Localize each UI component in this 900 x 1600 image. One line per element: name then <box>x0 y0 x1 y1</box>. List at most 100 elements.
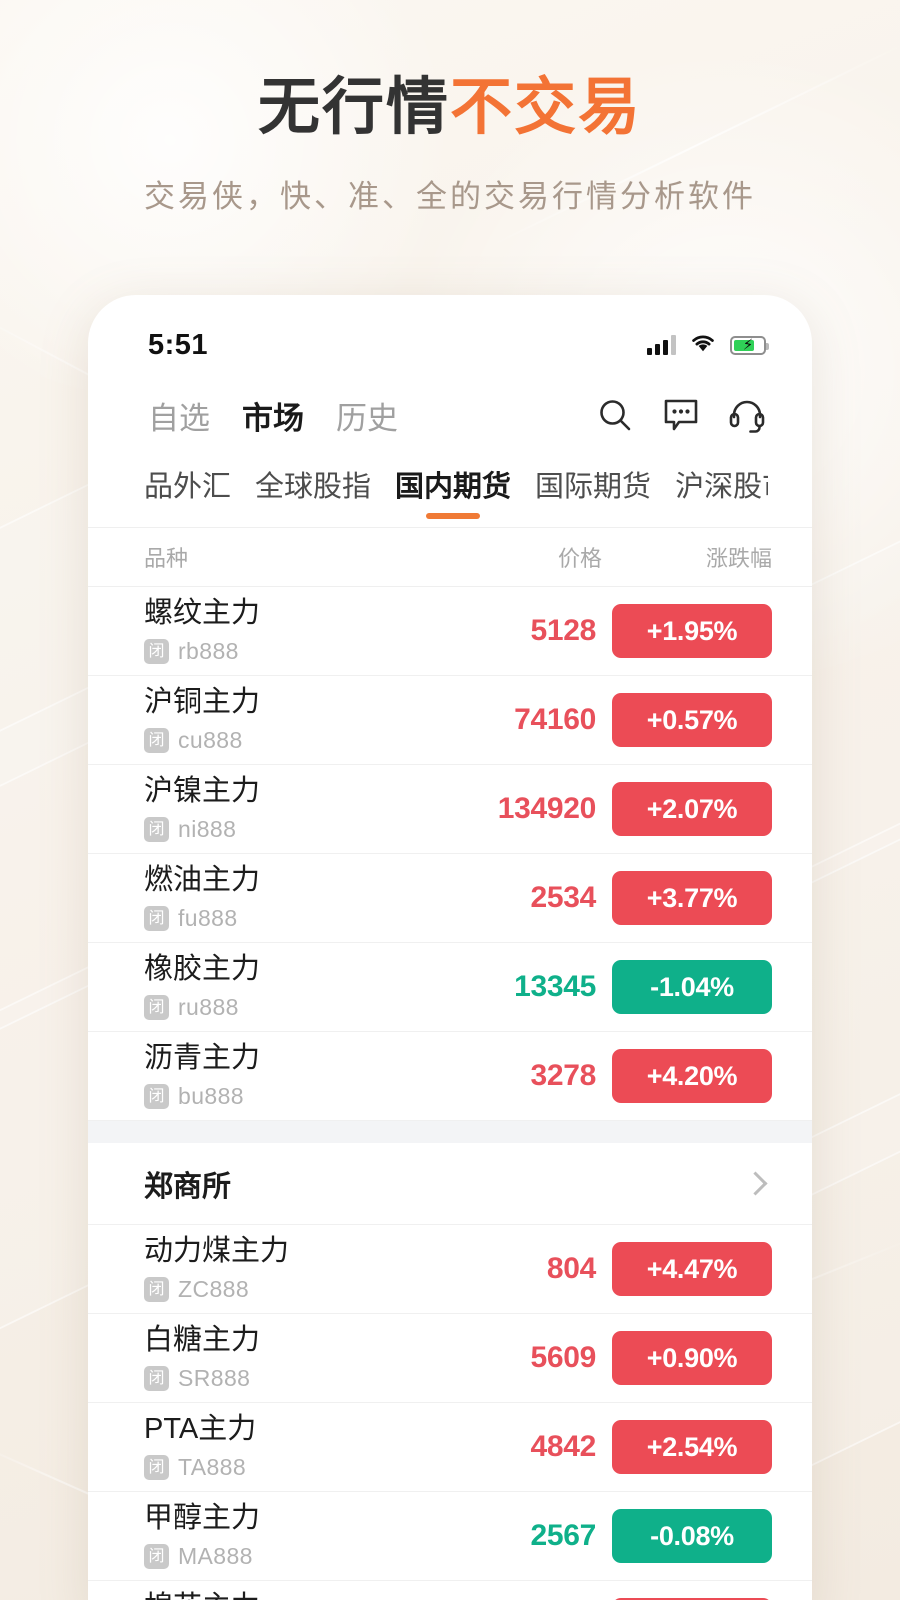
quote-price: 5128 <box>530 614 596 647</box>
quote-price: 3278 <box>530 1059 596 1092</box>
quote-identity: 沪镍主力闭 ni888 <box>144 775 422 842</box>
quote-subline: 闭 TA888 <box>144 1454 422 1481</box>
sub-tab-a-shares[interactable]: 沪深股市 <box>675 463 768 519</box>
quote-identity: 橡胶主力闭 ru888 <box>144 953 422 1020</box>
quote-code: bu888 <box>178 1082 244 1109</box>
quote-name: 棉花主力 <box>144 1591 422 1600</box>
quote-subline: 闭 ni888 <box>144 816 422 843</box>
closed-badge: 闭 <box>144 905 169 931</box>
nav-tab-watchlist[interactable]: 自选 <box>148 393 210 438</box>
column-header-change[interactable]: 涨跌幅 <box>602 541 772 573</box>
quote-price: 2534 <box>530 881 596 914</box>
quote-name: 橡胶主力 <box>144 953 261 986</box>
exchange-group-title: 郑商所 <box>144 1170 232 1203</box>
quote-change-badge: +0.57% <box>612 693 772 747</box>
page-subtitle: 交易侠，快、准、全的交易行情分析软件 <box>144 179 756 215</box>
quote-code: ZC888 <box>178 1275 250 1302</box>
quote-code: TA888 <box>178 1453 247 1480</box>
message-icon[interactable] <box>662 396 700 434</box>
closed-badge: 闭 <box>144 1543 169 1569</box>
nav-tab-market[interactable]: 市场 <box>242 393 304 438</box>
quote-name: 动力煤主力 <box>144 1235 290 1268</box>
status-icons: ⚡ <box>647 332 769 358</box>
quote-code: SR888 <box>178 1364 251 1391</box>
section-spacer <box>88 1121 812 1143</box>
table-row[interactable]: 沪镍主力闭 ni888 134920 +2.07% <box>88 765 812 854</box>
quote-change-badge: +2.07% <box>612 782 772 836</box>
quote-name: 白糖主力 <box>144 1324 261 1357</box>
quote-name: 螺纹主力 <box>144 597 261 630</box>
wifi-icon <box>689 332 717 358</box>
closed-badge: 闭 <box>144 1454 169 1480</box>
table-row[interactable]: 白糖主力闭 SR888 5609 +0.90% <box>88 1314 812 1403</box>
chevron-right-icon <box>743 1171 768 1196</box>
quote-identity: 动力煤主力闭 ZC888 <box>144 1235 422 1302</box>
exchange-group-header[interactable]: 郑商所 <box>88 1143 812 1225</box>
quote-subline: 闭 ru888 <box>144 994 422 1021</box>
quote-change-badge: +3.77% <box>612 871 772 925</box>
closed-badge: 闭 <box>144 727 169 753</box>
sub-tab-international-futures[interactable]: 国际期货 <box>535 463 651 519</box>
hamburger-menu-icon[interactable] <box>768 471 812 494</box>
quote-name: 沪镍主力 <box>144 775 261 808</box>
table-row[interactable]: 橡胶主力闭 ru888 13345 -1.04% <box>88 943 812 1032</box>
quote-code: MA888 <box>178 1542 253 1569</box>
quote-code: ru888 <box>178 993 239 1020</box>
table-row[interactable]: PTA主力闭 TA888 4842 +2.54% <box>88 1403 812 1492</box>
nav-tab-history[interactable]: 历史 <box>336 393 398 438</box>
quote-subline: 闭 MA888 <box>144 1543 422 1570</box>
table-row[interactable]: 甲醇主力闭 MA888 2567 -0.08% <box>88 1492 812 1581</box>
quote-code: cu888 <box>178 726 243 753</box>
quote-identity: 甲醇主力闭 MA888 <box>144 1502 422 1569</box>
top-nav: 自选 市场 历史 <box>88 381 812 445</box>
quote-subline: 闭 rb888 <box>144 638 422 665</box>
table-row[interactable]: 动力煤主力闭 ZC888 804 +4.47% <box>88 1225 812 1314</box>
quote-change-badge: +2.54% <box>612 1420 772 1474</box>
sub-tab-domestic-futures[interactable]: 国内期货 <box>395 463 511 519</box>
headline-accent-part: 不交易 <box>450 73 643 142</box>
quote-identity: 沥青主力闭 bu888 <box>144 1042 422 1109</box>
sub-tab-forex[interactable]: 品外汇 <box>144 463 231 519</box>
quote-change-badge: +1.95% <box>612 604 772 658</box>
quote-price: 134920 <box>497 792 597 825</box>
quote-identity: 螺纹主力闭 rb888 <box>144 597 422 664</box>
quote-name: 沪铜主力 <box>144 686 261 719</box>
quote-subline: 闭 bu888 <box>144 1083 422 1110</box>
closed-badge: 闭 <box>144 816 169 842</box>
quote-price: 804 <box>546 1252 596 1285</box>
quote-subline: 闭 ZC888 <box>144 1276 422 1303</box>
quote-name: 燃油主力 <box>144 864 261 897</box>
table-row[interactable]: 沪铜主力闭 cu888 74160 +0.57% <box>88 676 812 765</box>
quote-change-badge: -0.08% <box>612 1509 772 1563</box>
page-title: 无行情不交易 <box>0 72 900 143</box>
quote-price: 74160 <box>514 703 596 736</box>
column-header-price[interactable]: 价格 <box>412 541 602 573</box>
quote-name: PTA主力 <box>144 1413 257 1446</box>
quote-price: 2567 <box>530 1519 596 1552</box>
quote-code: ni888 <box>178 815 237 842</box>
sub-tab-global-index[interactable]: 全球股指 <box>255 463 371 519</box>
table-row[interactable]: 螺纹主力闭 rb888 5128 +1.95% <box>88 587 812 676</box>
quote-code: rb888 <box>178 637 239 664</box>
quote-identity: 棉花主力闭CF888 <box>144 1591 422 1600</box>
table-row[interactable]: 棉花主力闭CF888 <box>88 1581 812 1600</box>
headset-icon[interactable] <box>728 396 766 434</box>
quote-subline: 闭 cu888 <box>144 727 422 754</box>
quote-identity: PTA主力闭 TA888 <box>144 1413 422 1480</box>
table-row[interactable]: 沥青主力闭 bu888 3278 +4.20% <box>88 1032 812 1121</box>
battery-charging-icon: ⚡ <box>730 335 769 355</box>
quote-price: 5609 <box>530 1341 596 1374</box>
table-row[interactable]: 燃油主力闭 fu888 2534 +3.77% <box>88 854 812 943</box>
signal-bars-icon <box>647 335 676 355</box>
closed-badge: 闭 <box>144 994 169 1020</box>
search-icon[interactable] <box>596 396 634 434</box>
phone-mockup: 5:51 ⚡ 自选 市场 历史 品外汇 全球股指 国内期货 国际期货 沪深股 品… <box>88 295 812 1600</box>
quote-price: 13345 <box>514 970 596 1003</box>
quote-identity: 燃油主力闭 fu888 <box>144 864 422 931</box>
quote-price: 4842 <box>530 1430 596 1463</box>
quote-change-badge: -1.04% <box>612 960 772 1014</box>
quote-name: 甲醇主力 <box>144 1502 261 1535</box>
status-time: 5:51 <box>148 328 209 361</box>
quote-change-badge: +4.20% <box>612 1049 772 1103</box>
table-column-header: 品种 价格 涨跌幅 <box>88 527 812 587</box>
